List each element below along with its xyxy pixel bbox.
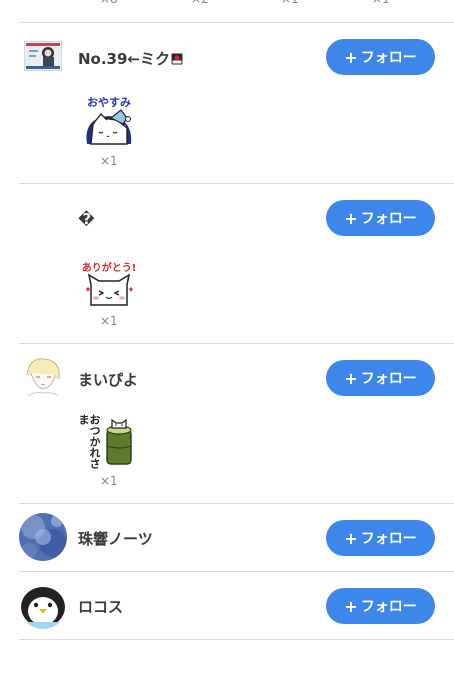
plus-icon: + (344, 528, 358, 548)
count-label: ×8 (100, 0, 118, 6)
avatar[interactable] (19, 581, 67, 629)
count-label: ×1 (372, 0, 390, 6)
follow-button[interactable]: + フォロー (326, 200, 435, 236)
follow-button[interactable]: + フォロー (326, 588, 435, 624)
follow-label: フォロー (360, 599, 417, 615)
letter-avatar-icon (24, 41, 62, 71)
previous-row-counts: ×8 ×2 ×1 ×1 (0, 0, 454, 14)
bamboo-cat-sticker-icon (106, 418, 132, 465)
plus-icon: + (344, 596, 358, 616)
count-label: ×2 (191, 0, 209, 6)
penguin-avatar-icon (19, 581, 67, 629)
sticker-count: ×1 (100, 154, 118, 168)
sketch-avatar-icon (19, 353, 67, 401)
sticker-text: ありがとう! (81, 263, 137, 274)
divider (19, 639, 454, 640)
avatar[interactable] (19, 353, 67, 401)
user-row: まいぴよ + フォロー おつかれさま ×1 (0, 344, 454, 504)
follow-label: フォロー (360, 371, 417, 387)
username[interactable]: ロコス (78, 596, 123, 617)
username[interactable]: � (78, 210, 95, 228)
sticker-text: おつかれさま (78, 414, 100, 469)
sleeping-cat-sticker-icon (86, 109, 132, 145)
plus-icon: + (344, 47, 358, 67)
avatar[interactable] (19, 513, 67, 561)
sticker[interactable]: おやすみ (79, 94, 139, 154)
follow-label: フォロー (360, 50, 417, 66)
user-row: � + フォロー ありがとう! ×1 (0, 184, 454, 344)
count-label: ×1 (281, 0, 299, 6)
username[interactable]: 珠響ノーツ (78, 528, 153, 549)
follow-label: フォロー (360, 531, 417, 547)
username[interactable]: まいぴよ (78, 369, 138, 390)
plus-icon: + (344, 368, 358, 388)
sticker[interactable]: おつかれさま (78, 412, 138, 472)
user-row: No.39←ミク + フォロー おやすみ ×1 (0, 23, 454, 183)
thanks-cat-sticker-icon (86, 273, 133, 306)
blue-texture-avatar-icon (19, 513, 67, 561)
sticker-count: ×1 (100, 314, 118, 328)
avatar[interactable] (24, 41, 62, 71)
follow-button[interactable]: + フォロー (326, 520, 435, 556)
sticker[interactable]: ありがとう! (79, 259, 139, 319)
user-row: ロコス + フォロー (0, 572, 454, 639)
username[interactable]: No.39←ミク (78, 48, 183, 69)
follow-button[interactable]: + フォロー (326, 360, 435, 396)
follow-button[interactable]: + フォロー (326, 39, 435, 75)
username-text: No.39←ミク (78, 50, 170, 68)
user-row: 珠響ノーツ + フォロー (0, 504, 454, 571)
follow-label: フォロー (360, 211, 417, 227)
flag-icon (171, 53, 183, 65)
plus-icon: + (344, 208, 358, 228)
sticker-count: ×1 (100, 474, 118, 488)
